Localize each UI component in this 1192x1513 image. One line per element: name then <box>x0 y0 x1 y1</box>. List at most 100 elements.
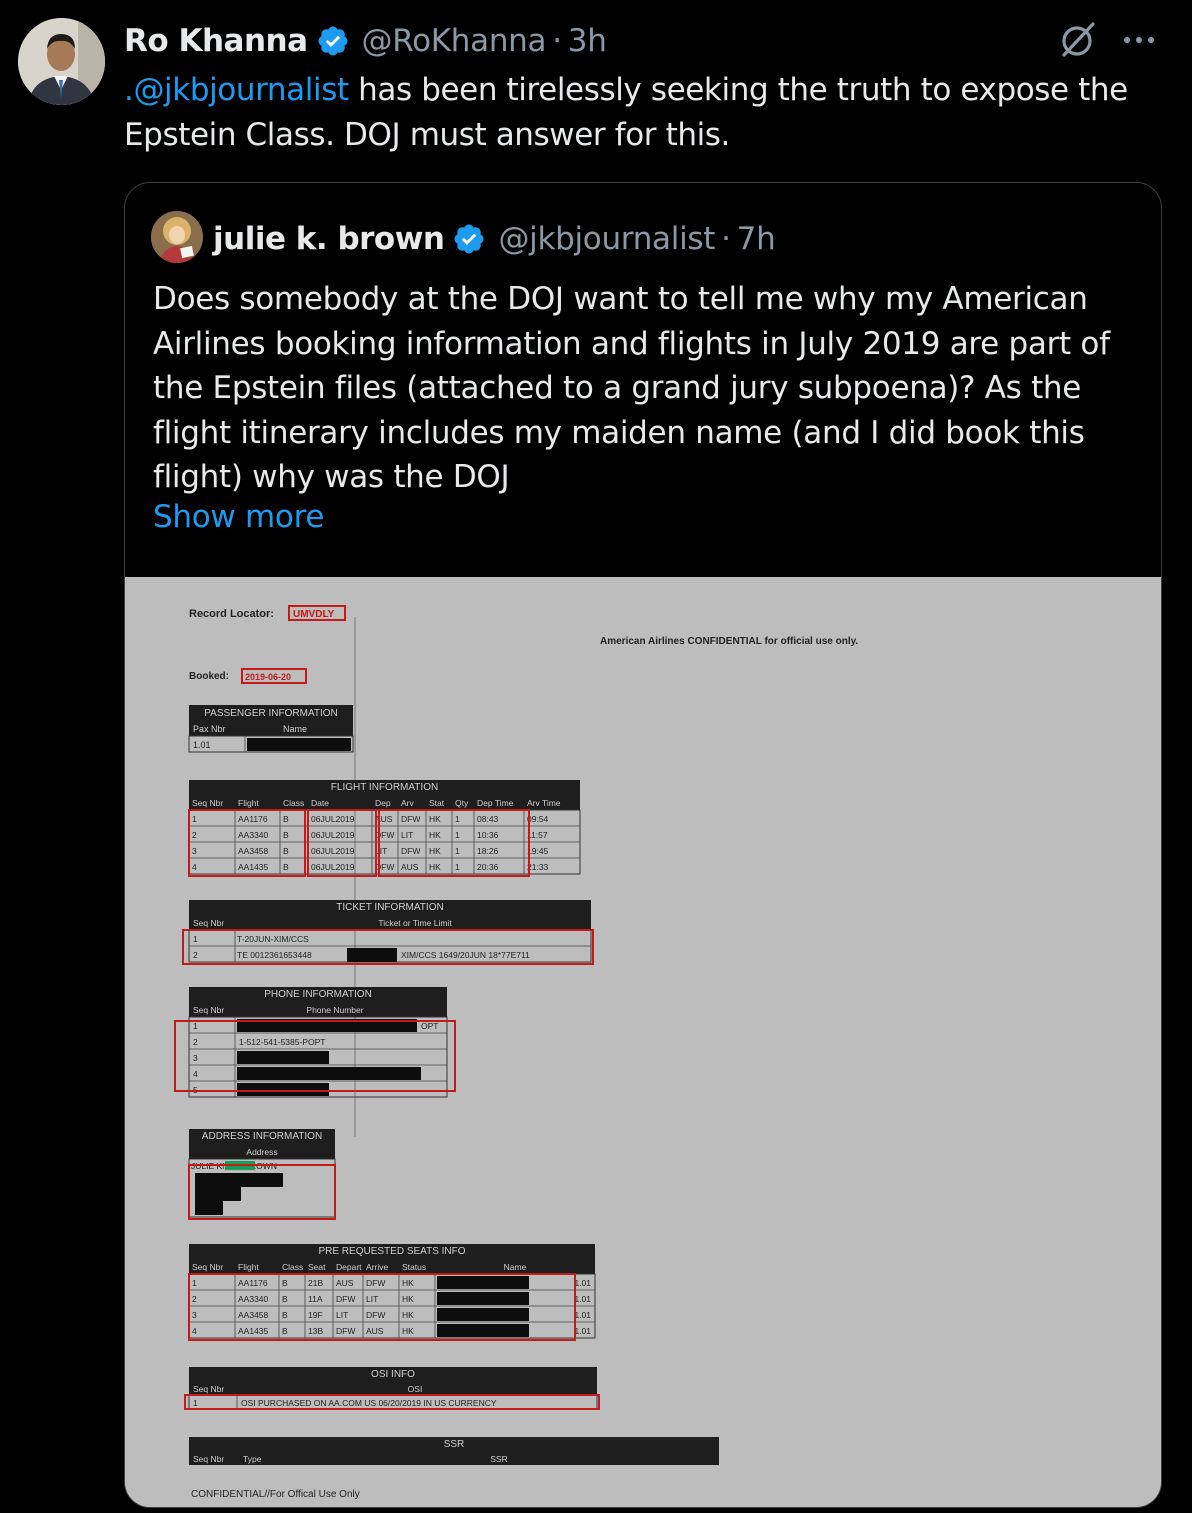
seats-cell: 21B <box>308 1278 323 1288</box>
seats-cell: DFW <box>366 1278 385 1288</box>
quoted-author-handle[interactable]: @jkbjournalist <box>498 221 715 257</box>
flight-cell: AA3458 <box>238 846 269 856</box>
seats-cell: B <box>282 1310 288 1320</box>
passenger-col-header: Pax Nbr <box>193 724 226 734</box>
flight-cell: B <box>283 814 289 824</box>
flight-cell: HK <box>429 814 441 824</box>
record-locator-label: Record Locator: <box>189 608 274 620</box>
flight-cell: 1 <box>455 830 460 840</box>
seats-cell: AUS <box>336 1278 354 1288</box>
author-avatar[interactable] <box>18 18 105 105</box>
more-options-icon[interactable] <box>1118 24 1160 54</box>
verified-badge-icon <box>318 26 348 56</box>
flight-col-header: Arv Time <box>527 798 561 808</box>
confidential-header: American Airlines CONFIDENTIAL for offic… <box>600 636 858 647</box>
ssr-col-header: Seq Nbr <box>193 1454 224 1464</box>
seats-col-header: Seat <box>308 1262 326 1272</box>
redaction-bar <box>237 1083 329 1096</box>
quoted-author-name[interactable]: julie k. brown <box>213 221 445 257</box>
ticket-cell: T-20JUN-XIM/CCS <box>237 934 309 944</box>
seats-cell: HK <box>402 1326 414 1336</box>
flight-col-header: Class <box>283 798 304 808</box>
tweet-text: .@jkbjournalist has been tirelessly seek… <box>124 68 1164 158</box>
flight-col-header: Qty <box>455 798 469 808</box>
redaction-bar <box>437 1308 529 1321</box>
quoted-tweet-card[interactable]: julie k. brown @jkbjournalist · 7h Does … <box>124 182 1162 1508</box>
flight-cell: B <box>283 862 289 872</box>
redaction-bar <box>347 948 397 962</box>
flight-cell: DFW <box>375 862 394 872</box>
flight-cell: AA1435 <box>238 862 269 872</box>
phone-col-header: Phone Number <box>306 1005 363 1015</box>
seats-cell: AA3458 <box>238 1310 269 1320</box>
redaction-bar <box>247 738 351 751</box>
booked-label: Booked: <box>189 671 229 682</box>
flight-cell: 21:33 <box>527 862 549 872</box>
flight-col-header: Stat <box>429 798 445 808</box>
quoted-author-avatar[interactable] <box>151 211 203 263</box>
seats-cell: 3 <box>192 1310 197 1320</box>
flight-cell: B <box>283 830 289 840</box>
osi-col-header: OSI <box>408 1384 423 1394</box>
flight-cell: B <box>283 846 289 856</box>
phone-cell: 2 <box>193 1037 198 1047</box>
flight-cell: HK <box>429 830 441 840</box>
author-name[interactable]: Ro Khanna <box>124 23 308 59</box>
seats-cell: AUS <box>366 1326 384 1336</box>
redaction-bar <box>437 1324 529 1337</box>
seats-title: PRE REQUESTED SEATS INFO <box>318 1246 465 1257</box>
seats-cell: AA3340 <box>238 1294 269 1304</box>
ticket-title: TICKET INFORMATION <box>336 902 443 913</box>
flight-cell: 4 <box>192 862 197 872</box>
flight-cell: 06JUL2019 <box>311 846 355 856</box>
flight-cell: DFW <box>375 830 394 840</box>
redaction-bar <box>195 1201 223 1215</box>
flight-col-header: Flight <box>238 798 259 808</box>
address-col-header: Address <box>246 1147 277 1157</box>
flight-cell: 1 <box>455 846 460 856</box>
osi-cell: OSI PURCHASED ON AA.COM US 06/20/2019 IN… <box>241 1398 497 1408</box>
flight-cell: 08:43 <box>477 814 499 824</box>
seats-col-header: Name <box>504 1262 527 1272</box>
seats-cell: DFW <box>336 1294 355 1304</box>
flight-cell: AUS <box>375 814 393 824</box>
flight-cell: 1 <box>455 862 460 872</box>
author-handle[interactable]: @RoKhanna <box>362 23 547 59</box>
flight-cell: 1 <box>455 814 460 824</box>
tweet-timestamp[interactable]: 3h <box>568 23 607 59</box>
seats-cell: 13B <box>308 1326 323 1336</box>
seats-cell: 19F <box>308 1310 323 1320</box>
seats-cell: 1.01 <box>574 1310 591 1320</box>
address-title: ADDRESS INFORMATION <box>202 1131 322 1142</box>
seats-cell: LIT <box>366 1294 378 1304</box>
ticket-cell: 1 <box>193 934 198 944</box>
flight-cell: AA1176 <box>238 814 268 824</box>
show-more-link[interactable]: Show more <box>153 499 324 535</box>
flight-cell: 20:36 <box>477 862 499 872</box>
seats-cell: HK <box>402 1278 414 1288</box>
phone-title: PHONE INFORMATION <box>264 989 372 1000</box>
flight-cell: 18:26 <box>477 846 499 856</box>
attached-document-image[interactable]: Record Locator: UMVDLY American Airlines C… <box>125 577 1161 1507</box>
seats-cell: 1.01 <box>574 1294 591 1304</box>
flight-cell: 1 <box>192 814 197 824</box>
passenger-title: PASSENGER INFORMATION <box>204 708 338 719</box>
quoted-tweet-timestamp[interactable]: 7h <box>737 221 776 257</box>
seats-col-header: Depart <box>336 1262 362 1272</box>
seats-cell: B <box>282 1326 288 1336</box>
quoted-avatar-image <box>151 211 203 263</box>
ticket-cell: XIM/CCS 1649/20JUN 18*77E711 <box>401 950 530 960</box>
mention-link[interactable]: .@jkbjournalist <box>124 72 349 108</box>
seats-cell: HK <box>402 1310 414 1320</box>
flight-cell: 06JUL2019 <box>311 862 355 872</box>
time-separator: · <box>552 23 562 59</box>
redaction-bar <box>237 1051 329 1064</box>
ssr-col-header: SSR <box>490 1454 507 1464</box>
tweet-header: Ro Khanna @RoKhanna · 3h <box>124 20 607 62</box>
grok-icon[interactable] <box>1058 20 1098 60</box>
redaction-bar <box>437 1276 529 1289</box>
flight-cell: DFW <box>401 814 420 824</box>
seats-cell: 1.01 <box>574 1326 591 1336</box>
quoted-tweet-header: julie k. brown @jkbjournalist · 7h <box>213 217 776 261</box>
flight-cell: 3 <box>192 846 197 856</box>
